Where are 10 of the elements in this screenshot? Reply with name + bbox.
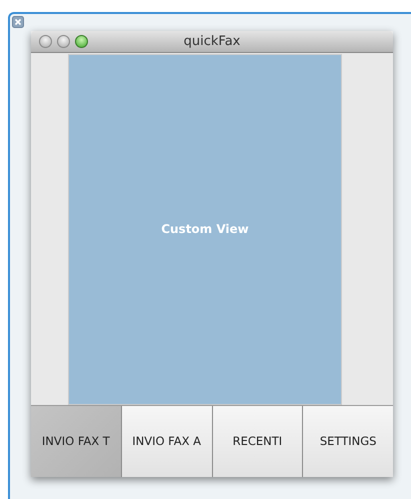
tab[interactable]: RECENTI — [212, 406, 304, 477]
close-icon[interactable] — [12, 16, 24, 28]
window-title: quickFax — [182, 34, 242, 49]
close-light-icon[interactable] — [39, 34, 52, 48]
minimize-light-icon[interactable] — [57, 34, 70, 48]
tab[interactable]: SETTINGS — [303, 406, 393, 477]
zoom-light-icon[interactable] — [75, 34, 88, 48]
tab[interactable]: INVIO FAX T — [31, 406, 122, 477]
tab[interactable]: INVIO FAX A — [122, 406, 212, 477]
custom-view-label: Custom View — [161, 222, 249, 236]
